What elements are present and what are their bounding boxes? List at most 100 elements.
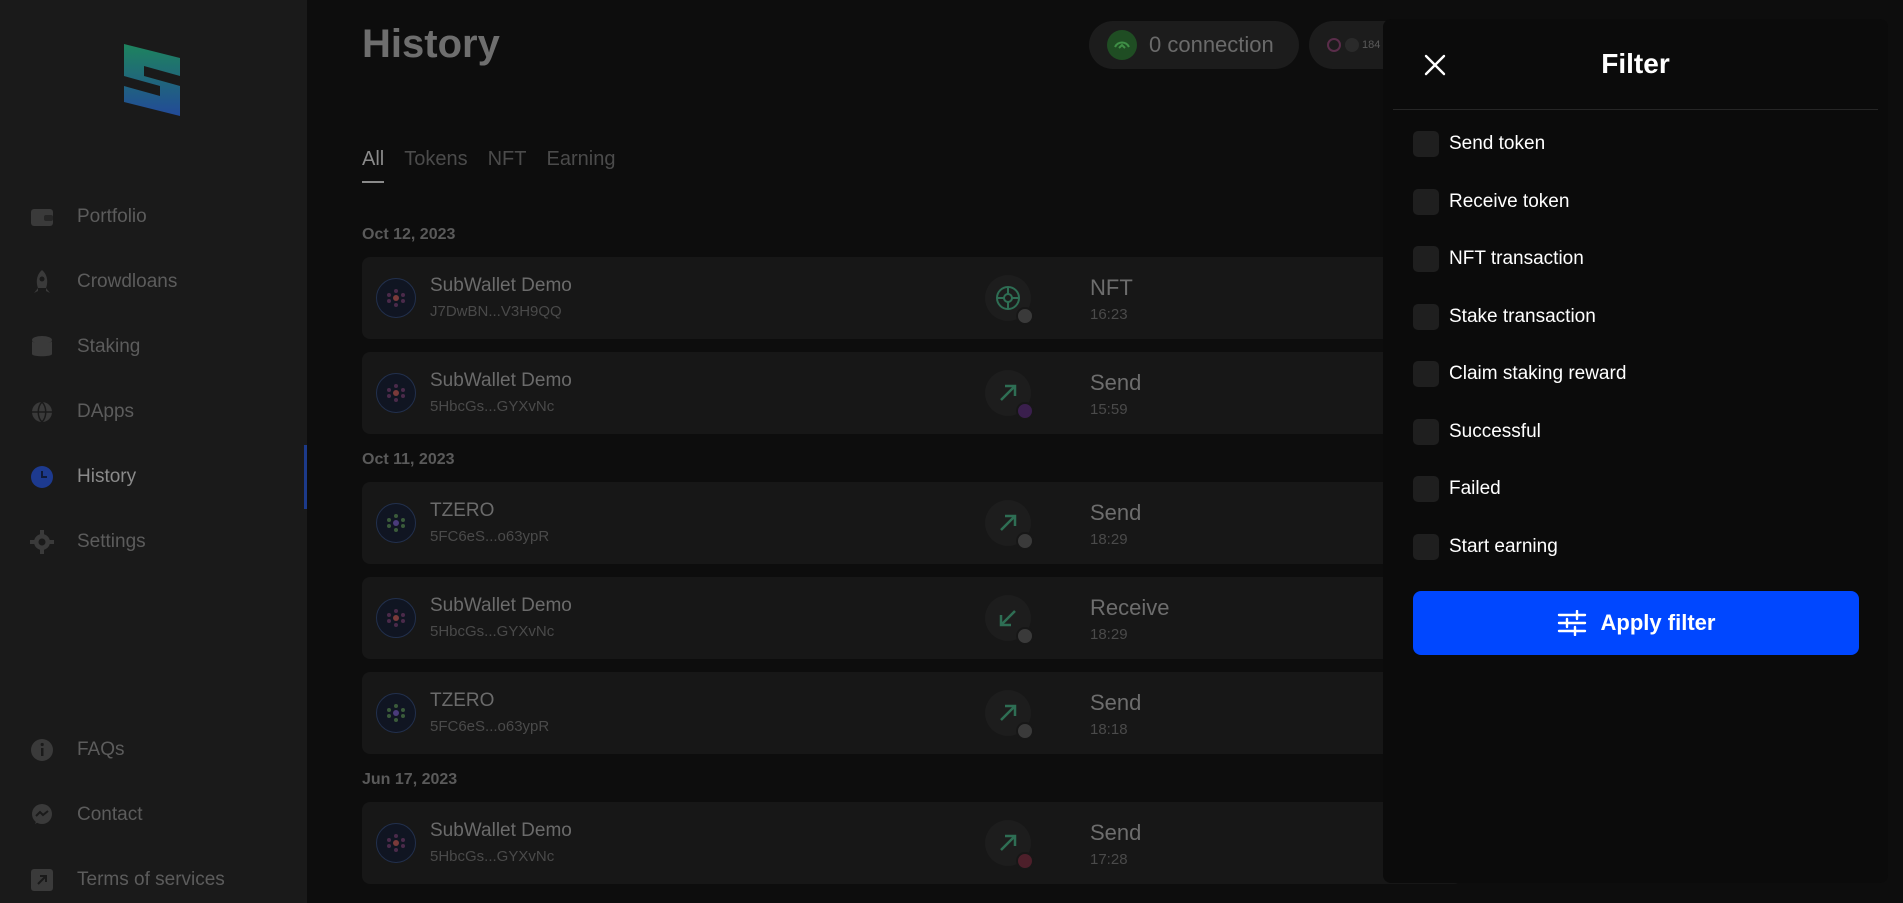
nav-contact[interactable]: Contact [0, 791, 307, 839]
nav-label: Contact [77, 804, 143, 825]
filter-option-label: Stake transaction [1449, 306, 1596, 327]
account-address: 5HbcGs...GYXvNc [430, 623, 555, 640]
nav-history[interactable]: History [0, 453, 307, 501]
subwallet-logo [124, 44, 180, 116]
chain-badge-icon [1016, 532, 1034, 550]
account-avatar-icon [376, 598, 416, 638]
nav-crowdloans[interactable]: Crowdloans [0, 258, 307, 306]
filter-option-start-earning[interactable]: Start earning [1413, 533, 1558, 561]
filter-header: Filter [1393, 19, 1878, 110]
chain-badge-icon [1016, 402, 1034, 420]
filter-option-failed[interactable]: Failed [1413, 475, 1501, 503]
nav-label: Staking [77, 336, 141, 357]
nav-label: Crowdloans [77, 271, 178, 292]
network-icon [1327, 38, 1341, 52]
checkbox[interactable] [1413, 131, 1439, 157]
filter-option-successful[interactable]: Successful [1413, 418, 1541, 446]
nav-label: FAQs [77, 739, 125, 760]
filter-option-receive-token[interactable]: Receive token [1413, 188, 1569, 216]
checkbox[interactable] [1413, 246, 1439, 272]
nav-faqs[interactable]: FAQs [0, 726, 307, 774]
nav-portfolio[interactable]: Portfolio [0, 193, 307, 241]
gear-icon [29, 529, 55, 555]
globe-icon [29, 399, 55, 425]
date-header: Oct 11, 2023 [362, 451, 455, 468]
transaction-time: 18:18 [1090, 721, 1128, 738]
nav-label: History [77, 466, 137, 487]
tab-nft[interactable]: NFT [488, 148, 527, 183]
history-row[interactable]: TZERO 5FC6eS...o63ypR Send 18:29 [362, 482, 1462, 564]
filter-option-nft-transaction[interactable]: NFT transaction [1413, 245, 1584, 273]
nav-terms[interactable]: Terms of services [0, 856, 307, 903]
nav-label: DApps [77, 401, 135, 422]
tab-all[interactable]: All [362, 148, 385, 183]
transaction-time: 18:29 [1090, 626, 1128, 643]
history-row[interactable]: SubWallet Demo 5HbcGs...GYXvNc Receive 1… [362, 577, 1462, 659]
checkbox[interactable] [1413, 534, 1439, 560]
transaction-type: Receive [1090, 595, 1170, 620]
filter-option-stake-transaction[interactable]: Stake transaction [1413, 303, 1596, 331]
account-name: SubWallet Demo [430, 370, 572, 391]
clock-icon [29, 464, 55, 490]
info-icon [29, 737, 55, 763]
sidebar: Portfolio Crowdloans Staking DApps Histo… [0, 0, 307, 903]
database-icon [29, 334, 55, 360]
chain-badge-icon [1016, 307, 1034, 325]
account-name: TZERO [430, 690, 495, 711]
history-row[interactable]: SubWallet Demo 5HbcGs...GYXvNc Send 17:2… [362, 802, 1462, 884]
account-address: J7DwBN...V3H9QQ [430, 303, 562, 320]
nav-label: Portfolio [77, 206, 147, 227]
transaction-time: 17:28 [1090, 851, 1128, 868]
nav-staking[interactable]: Staking [0, 323, 307, 371]
history-row[interactable]: SubWallet Demo 5HbcGs...GYXvNc Send 15:5… [362, 352, 1462, 434]
chat-icon [29, 802, 55, 828]
filter-option-label: Failed [1449, 478, 1501, 499]
filter-option-claim-staking-reward[interactable]: Claim staking reward [1413, 360, 1626, 388]
account-address: 5HbcGs...GYXvNc [430, 398, 555, 415]
transaction-type: Send [1090, 690, 1142, 715]
checkbox[interactable] [1413, 304, 1439, 330]
filter-option-label: Start earning [1449, 536, 1558, 557]
account-avatar-icon [376, 373, 416, 413]
nav-settings[interactable]: Settings [0, 518, 307, 566]
connection-button[interactable]: 0 connection [1089, 21, 1299, 69]
account-avatar-icon [376, 503, 416, 543]
external-link-icon [29, 867, 55, 893]
connection-label: 0 connection [1149, 32, 1274, 57]
filter-option-label: Receive token [1449, 191, 1570, 212]
account-name: SubWallet Demo [430, 275, 572, 296]
filter-option-send-token[interactable]: Send token [1413, 130, 1545, 158]
apply-filter-button[interactable]: Apply filter [1413, 591, 1859, 655]
transaction-type: NFT [1090, 275, 1133, 300]
date-header: Jun 17, 2023 [362, 771, 458, 788]
account-name: TZERO [430, 500, 495, 521]
account-address: 5HbcGs...GYXvNc [430, 848, 555, 865]
account-name: SubWallet Demo [430, 595, 572, 616]
filter-option-label: Successful [1449, 421, 1541, 442]
tab-tokens[interactable]: Tokens [404, 148, 467, 183]
account-avatar-icon [376, 823, 416, 863]
nav-dapps[interactable]: DApps [0, 388, 307, 436]
filter-option-label: NFT transaction [1449, 248, 1584, 269]
transaction-time: 18:29 [1090, 531, 1128, 548]
checkbox[interactable] [1413, 361, 1439, 387]
filter-option-label: Claim staking reward [1449, 363, 1627, 384]
account-address: 5FC6eS...o63ypR [430, 528, 550, 545]
checkbox[interactable] [1413, 419, 1439, 445]
chain-badge-icon [1016, 627, 1034, 645]
history-row[interactable]: TZERO 5FC6eS...o63ypR Send 18:18 [362, 672, 1462, 754]
page-title: History [362, 22, 500, 66]
checkbox[interactable] [1413, 189, 1439, 215]
filter-title: Filter [1601, 48, 1670, 79]
filter-panel: Filter Send token Receive token NFT tran… [1383, 19, 1888, 883]
checkbox[interactable] [1413, 476, 1439, 502]
transaction-time: 16:23 [1090, 306, 1128, 323]
account-name: SubWallet Demo [430, 820, 572, 841]
tab-earning[interactable]: Earning [547, 148, 616, 183]
transaction-time: 15:59 [1090, 401, 1128, 418]
filter-option-label: Send token [1449, 133, 1546, 154]
history-tabs: All Tokens NFT Earning [362, 148, 615, 183]
chain-badge-icon [1016, 852, 1034, 870]
history-row[interactable]: SubWallet Demo J7DwBN...V3H9QQ NFT 16:23 [362, 257, 1462, 339]
account-avatar-icon [376, 278, 416, 318]
